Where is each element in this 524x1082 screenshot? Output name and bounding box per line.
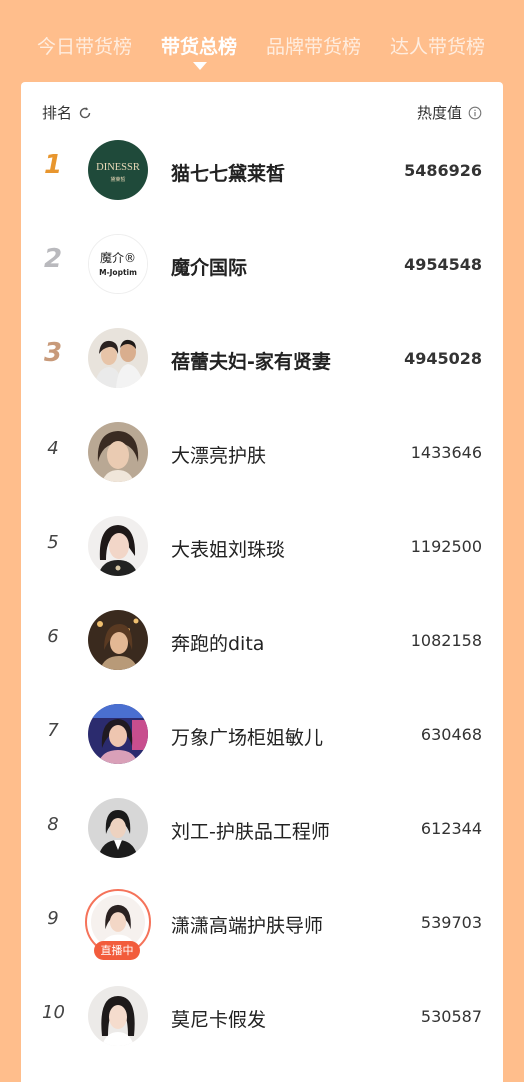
heat-score: 539703 xyxy=(420,913,482,932)
rank-number: 10 xyxy=(42,1002,65,1023)
avatar xyxy=(88,516,148,576)
streamer-name: 刘工-护肤品工程师 xyxy=(171,821,330,843)
tab-today[interactable]: 今日带货榜 xyxy=(37,32,132,59)
rank-number: 4 xyxy=(47,438,59,459)
rank-header-label: 排名 xyxy=(42,104,73,122)
ranking-row[interactable]: 3 蓓蕾夫妇-家有贤妻 4945028 xyxy=(21,313,503,407)
tab-total[interactable]: 带货总榜 xyxy=(161,32,237,59)
ranking-row[interactable]: 4 大漂亮护肤 1433646 xyxy=(21,407,503,501)
ranking-row[interactable]: 10 莫尼卡假发 530587 xyxy=(21,971,503,1065)
heat-score: 4945028 xyxy=(404,349,482,368)
ranking-row[interactable]: 2 魔介® M-Joptim 魔介国际 4954548 xyxy=(21,219,503,313)
streamer-name: 奔跑的dita xyxy=(171,633,265,655)
streamer-name: 大表姐刘珠琰 xyxy=(171,539,286,561)
avatar xyxy=(88,704,148,764)
heat-score: 1433646 xyxy=(410,443,482,462)
tab-brand[interactable]: 品牌带货榜 xyxy=(266,32,361,59)
brand-logo-subtext: M-Joptim xyxy=(99,268,137,277)
rank-number: 1 xyxy=(43,150,63,180)
heat-score: 4954548 xyxy=(404,255,482,274)
brand-logo-subtext: 黛莱皙 xyxy=(110,176,125,183)
rank-number: 6 xyxy=(47,626,59,647)
ranking-row[interactable]: 6 奔跑的dita 1082158 xyxy=(21,595,503,689)
active-tab-indicator xyxy=(193,62,207,70)
info-icon[interactable] xyxy=(468,106,482,120)
rank-column-header: 排名 xyxy=(42,102,92,123)
ranking-row[interactable]: 1 DINESSR 黛莱皙 猫七七黛莱皙 5486926 xyxy=(21,125,503,219)
streamer-name: 魔介国际 xyxy=(171,257,248,279)
rank-number: 3 xyxy=(43,338,63,368)
live-badge[interactable]: 直播中 xyxy=(94,941,140,960)
avatar xyxy=(88,610,148,670)
ranking-row[interactable]: 7 万象广场柜姐敏儿 630468 xyxy=(21,689,503,783)
heat-column-header: 热度值 xyxy=(417,102,482,123)
brand-logo: DINESSR 黛莱皙 xyxy=(88,140,148,200)
streamer-name: 猫七七黛莱皙 xyxy=(171,163,286,185)
avatar xyxy=(88,986,148,1046)
rank-number: 5 xyxy=(47,532,59,553)
heat-score: 530587 xyxy=(420,1007,482,1026)
heat-header-label: 热度值 xyxy=(416,104,462,122)
refresh-icon[interactable] xyxy=(78,106,92,120)
tab-influencer[interactable]: 达人带货榜 xyxy=(390,32,485,59)
rank-number: 8 xyxy=(47,814,59,835)
ranking-row[interactable]: 8 刘工-护肤品工程师 612344 xyxy=(21,783,503,877)
rank-number: 9 xyxy=(47,908,59,929)
ranking-tabs: 今日带货榜 带货总榜 品牌带货榜 达人带货榜 xyxy=(0,0,524,80)
brand-logo-text: 魔介® xyxy=(100,250,136,265)
rank-number: 7 xyxy=(47,720,59,741)
streamer-name: 蓓蕾夫妇-家有贤妻 xyxy=(171,351,331,373)
brand-logo-text: DINESSR xyxy=(96,162,140,173)
avatar xyxy=(88,798,148,858)
brand-logo: 魔介® M-Joptim xyxy=(88,234,148,294)
heat-score: 5486926 xyxy=(404,161,482,180)
ranking-row[interactable]: 5 大表姐刘珠琰 1192500 xyxy=(21,501,503,595)
avatar xyxy=(88,422,148,482)
streamer-name: 潇潇高端护肤导师 xyxy=(171,915,324,937)
heat-score: 630468 xyxy=(420,725,482,744)
ranking-list-card: 排名 热度值 1 DINESSR 黛莱皙 猫七七黛莱皙 5486926 2 魔介… xyxy=(21,82,503,1082)
streamer-name: 大漂亮护肤 xyxy=(171,445,267,467)
avatar xyxy=(88,328,148,388)
heat-score: 1082158 xyxy=(410,631,482,650)
ranking-row[interactable]: 9 直播中 潇潇高端护肤导师 539703 xyxy=(21,877,503,971)
rank-number: 2 xyxy=(43,244,63,274)
heat-score: 1192500 xyxy=(410,537,482,556)
heat-score: 612344 xyxy=(420,819,482,838)
streamer-name: 莫尼卡假发 xyxy=(171,1009,267,1031)
streamer-name: 万象广场柜姐敏儿 xyxy=(171,727,324,749)
